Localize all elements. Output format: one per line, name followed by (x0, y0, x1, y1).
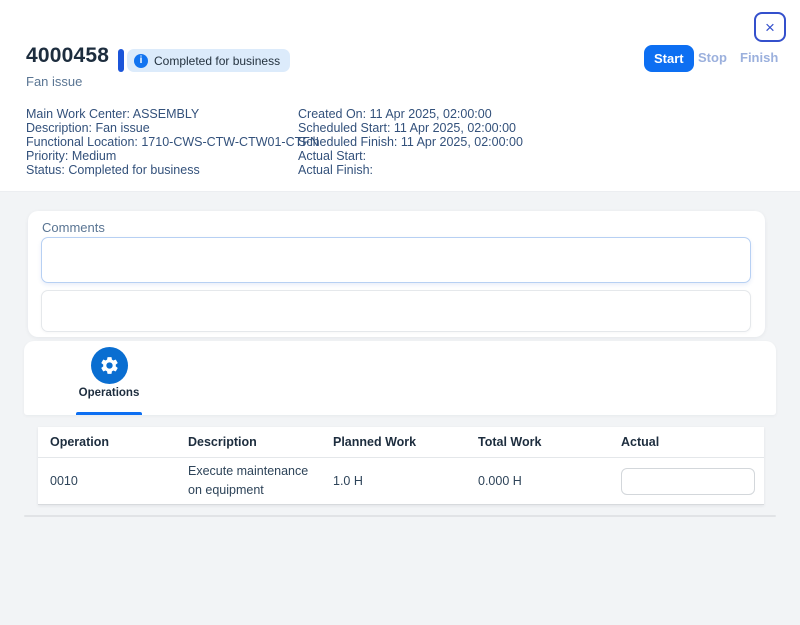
stop-button[interactable]: Stop (698, 50, 727, 65)
column-header-total-work: Total Work (466, 435, 609, 449)
comment-input[interactable] (41, 237, 751, 283)
detail-line: Scheduled Start: 11 Apr 2025, 02:00:00 (298, 121, 523, 135)
actual-work-input[interactable] (621, 468, 755, 495)
detail-line: Scheduled Finish: 11 Apr 2025, 02:00:00 (298, 135, 523, 149)
gear-icon (91, 347, 128, 384)
column-header-actual: Actual (609, 435, 764, 449)
tab-operations-label: Operations (76, 387, 142, 399)
badge-chip: i Completed for business (127, 49, 290, 72)
detail-line: Created On: 11 Apr 2025, 02:00:00 (298, 107, 523, 121)
active-tab-indicator (76, 412, 142, 415)
page-subtitle: Fan issue (26, 74, 82, 89)
cell-actual (609, 468, 764, 495)
info-icon: i (134, 54, 148, 68)
cell-operation: 0010 (38, 474, 176, 488)
finish-button[interactable]: Finish (740, 50, 778, 65)
cell-total-work: 0.000 H (466, 474, 609, 488)
tab-operations[interactable]: Operations (76, 347, 142, 399)
detail-line: Actual Finish: (298, 163, 523, 177)
header: × 4000458 i Completed for business Fan i… (0, 0, 800, 192)
comment-display-box (41, 290, 751, 332)
table-header-row: Operation Description Planned Work Total… (38, 427, 764, 458)
cell-description: Execute maintenance on equipment (176, 462, 321, 500)
tab-bar: Operations (24, 341, 776, 415)
detail-line: Status: Completed for business (26, 163, 319, 177)
detail-line: Description: Fan issue (26, 121, 319, 135)
close-button[interactable]: × (754, 12, 786, 42)
section-divider (24, 515, 776, 517)
start-button[interactable]: Start (644, 45, 694, 72)
detail-line: Priority: Medium (26, 149, 319, 163)
badge-label: Completed for business (154, 54, 280, 68)
column-header-operation: Operation (38, 435, 176, 449)
detail-line: Main Work Center: ASSEMBLY (26, 107, 319, 121)
detail-line: Functional Location: 1710-CWS-CTW-CTW01-… (26, 135, 319, 149)
column-header-planned-work: Planned Work (321, 435, 466, 449)
status-badge: i Completed for business (118, 49, 290, 72)
comments-card: Comments (28, 211, 765, 337)
close-icon: × (765, 19, 775, 36)
work-order-page: × 4000458 i Completed for business Fan i… (0, 0, 800, 625)
operations-table: Operation Description Planned Work Total… (38, 427, 764, 505)
page-title: 4000458 (26, 44, 109, 68)
badge-accent-bar (118, 49, 124, 72)
table-row: 0010 Execute maintenance on equipment 1.… (38, 458, 764, 505)
column-header-description: Description (176, 435, 321, 449)
cell-planned-work: 1.0 H (321, 474, 466, 488)
detail-line: Actual Start: (298, 149, 523, 163)
comments-label: Comments (42, 220, 105, 235)
details-right-column: Created On: 11 Apr 2025, 02:00:00 Schedu… (298, 107, 523, 177)
details-left-column: Main Work Center: ASSEMBLY Description: … (26, 107, 319, 177)
